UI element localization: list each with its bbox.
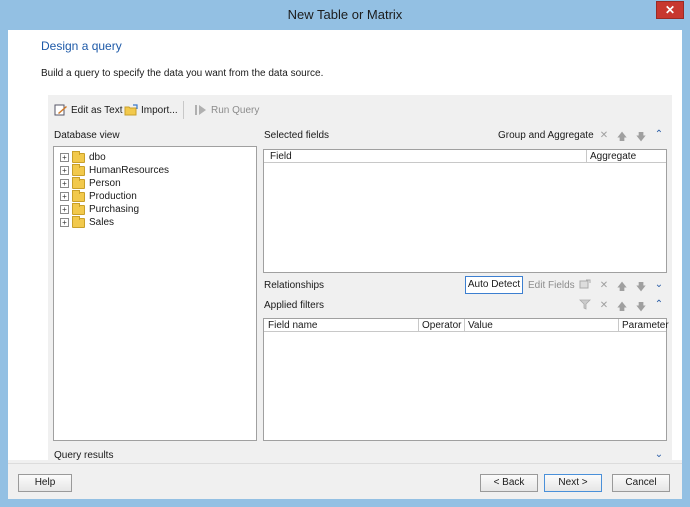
move-up-icon[interactable]: 🡅	[616, 280, 628, 297]
tree-item-label: Purchasing	[89, 204, 140, 215]
grid-header: Field Aggregate	[264, 150, 666, 163]
toolbar-separator	[183, 101, 184, 119]
expand-results-icon[interactable]: ⌄	[653, 449, 665, 460]
column-header-field[interactable]: Field	[270, 151, 292, 162]
auto-detect-button[interactable]: Auto Detect	[465, 276, 523, 294]
tree-item-label: dbo	[89, 152, 106, 163]
selected-fields-label: Selected fields	[264, 130, 330, 141]
folder-icon	[72, 163, 85, 176]
cancel-button[interactable]: Cancel	[612, 474, 670, 492]
delete-relationship-icon[interactable]: ✕	[598, 280, 610, 291]
tree-item-sales[interactable]: + Sales	[60, 215, 169, 229]
edit-as-text-label: Edit as Text	[71, 104, 123, 116]
move-down-icon[interactable]: 🡇	[635, 130, 647, 147]
column-divider[interactable]	[464, 319, 465, 332]
tree-item-label: Sales	[89, 217, 115, 228]
query-results-label: Query results	[54, 450, 114, 461]
query-toolbar: Edit as Text Import... Run Query	[48, 98, 672, 122]
folder-icon	[72, 189, 85, 202]
column-header-value[interactable]: Value	[468, 320, 493, 331]
column-divider[interactable]	[618, 319, 619, 332]
window-title: New Table or Matrix	[287, 7, 403, 22]
import-label: Import...	[141, 104, 178, 116]
add-filter-icon[interactable]	[579, 299, 591, 313]
folder-icon	[72, 150, 85, 163]
folder-icon	[72, 215, 85, 228]
next-button[interactable]: Next >	[544, 474, 602, 492]
tree-item-label: Person	[89, 178, 121, 189]
tree-item-production[interactable]: + Production	[60, 189, 169, 203]
tree-item-dbo[interactable]: + dbo	[60, 150, 169, 164]
database-view-label: Database view	[54, 130, 120, 141]
help-button[interactable]: Help	[18, 474, 72, 492]
tree-item-label: HumanResources	[89, 165, 170, 176]
tree-item-label: Production	[89, 191, 137, 202]
move-up-icon[interactable]: 🡅	[616, 130, 628, 147]
expand-icon[interactable]: +	[60, 192, 69, 201]
dialog-window: New Table or Matrix ✕ Design a query Bui…	[0, 0, 690, 507]
close-icon: ✕	[664, 3, 676, 17]
tree-list: + dbo + HumanResources + Person + Produc…	[60, 150, 170, 229]
expand-icon[interactable]: +	[60, 166, 69, 175]
folder-icon	[72, 202, 85, 215]
import-button[interactable]: Import...	[124, 102, 178, 118]
expand-icon[interactable]: +	[60, 179, 69, 188]
grid-header: Field name Operator Value Parameter	[264, 319, 669, 332]
edit-as-text-button[interactable]: Edit as Text	[54, 102, 123, 118]
title-bar[interactable]: New Table or Matrix ✕	[0, 0, 690, 30]
tree-item-purchasing[interactable]: + Purchasing	[60, 202, 169, 216]
group-and-aggregate-button[interactable]: Group and Aggregate	[498, 130, 594, 141]
tree-item-humanresources[interactable]: + HumanResources	[60, 163, 170, 177]
tree-item-person[interactable]: + Person	[60, 176, 169, 190]
run-icon	[194, 104, 208, 116]
collapse-icon[interactable]: ⌃	[653, 299, 665, 310]
collapse-icon[interactable]: ⌃	[653, 129, 665, 140]
page-description: Build a query to specify the data you wa…	[41, 68, 324, 79]
column-header-operator[interactable]: Operator	[422, 320, 461, 331]
column-header-parameter[interactable]: Parameter	[622, 320, 669, 331]
page-title: Design a query	[41, 39, 122, 53]
folder-open-icon	[124, 104, 138, 116]
column-divider[interactable]	[586, 150, 587, 163]
expand-icon[interactable]: +	[60, 153, 69, 162]
edit-text-icon	[54, 104, 68, 116]
move-down-icon[interactable]: 🡇	[635, 280, 647, 297]
move-down-icon[interactable]: 🡇	[635, 300, 647, 317]
delete-field-icon[interactable]: ✕	[598, 130, 610, 141]
column-divider[interactable]	[418, 319, 419, 332]
applied-filters-label: Applied filters	[264, 300, 325, 311]
column-header-field-name[interactable]: Field name	[268, 320, 317, 331]
delete-filter-icon[interactable]: ✕	[598, 300, 610, 311]
expand-icon[interactable]: +	[60, 218, 69, 227]
applied-filters-grid[interactable]: Field name Operator Value Parameter	[263, 318, 669, 441]
add-relationship-icon[interactable]	[579, 279, 591, 293]
column-header-aggregate[interactable]: Aggregate	[590, 151, 636, 162]
run-query-label: Run Query	[211, 104, 260, 116]
run-query-button[interactable]: Run Query	[194, 102, 259, 118]
close-button[interactable]: ✕	[656, 1, 684, 19]
expand-icon[interactable]: ⌄	[653, 279, 665, 290]
expand-icon[interactable]: +	[60, 205, 69, 214]
back-button[interactable]: < Back	[480, 474, 538, 492]
relationships-label: Relationships	[264, 280, 325, 291]
folder-icon	[72, 176, 85, 189]
database-tree[interactable]: + dbo + HumanResources + Person + Produc…	[53, 146, 257, 441]
move-up-icon[interactable]: 🡅	[616, 300, 628, 317]
edit-fields-button[interactable]: Edit Fields	[528, 280, 575, 291]
selected-fields-grid[interactable]: Field Aggregate	[263, 149, 667, 273]
